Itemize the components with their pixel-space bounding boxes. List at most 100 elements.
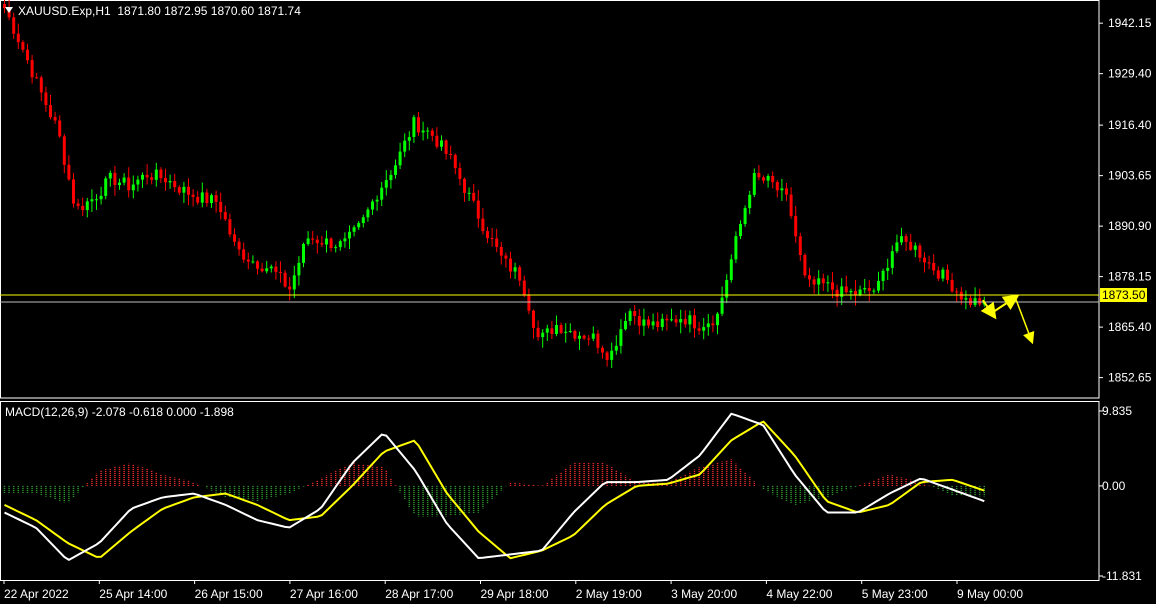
candle-body xyxy=(665,318,669,321)
candle-body xyxy=(191,194,195,197)
candle-body xyxy=(407,136,411,141)
candle-body xyxy=(76,203,80,206)
candle-body xyxy=(62,136,66,165)
candle-body xyxy=(228,219,232,235)
candle-body xyxy=(674,319,678,323)
projection-arrow-target xyxy=(1015,298,1035,345)
candle-body xyxy=(633,311,637,317)
candle-body xyxy=(145,174,149,178)
candle-body xyxy=(472,192,476,201)
candle-body xyxy=(752,173,756,195)
candle-body xyxy=(849,290,853,293)
candle-body xyxy=(182,186,186,193)
candle-body xyxy=(844,286,848,293)
ohlc-label: 1871.80 1872.95 1870.60 1871.74 xyxy=(117,4,301,18)
candle-body xyxy=(527,294,531,311)
candle-body xyxy=(352,227,356,232)
candle-body xyxy=(361,217,365,224)
candle-body xyxy=(835,289,839,297)
candle-body xyxy=(453,154,457,169)
candle-body xyxy=(941,269,945,279)
candle-body xyxy=(343,238,347,242)
candle-body xyxy=(826,282,830,284)
x-tick-label: 28 Apr 17:00 xyxy=(385,587,453,601)
candle-body xyxy=(702,327,706,331)
candle-body xyxy=(605,352,609,360)
macd-panel-border xyxy=(0,401,1100,581)
candle-body xyxy=(775,182,779,191)
candle-body xyxy=(932,262,936,271)
candle-body xyxy=(821,278,825,284)
candle-body xyxy=(12,17,16,34)
candle-body xyxy=(30,60,34,78)
candle-body xyxy=(900,236,903,243)
x-tick-label: 26 Apr 15:00 xyxy=(195,587,263,601)
candle-body xyxy=(959,291,963,300)
candle-body xyxy=(177,187,181,193)
candle-body xyxy=(771,175,775,183)
candle-body xyxy=(168,181,172,183)
candle-body xyxy=(927,262,931,264)
time-x-axis: 22 Apr 2022 25 Apr 14:00 26 Apr 15:00 27 Ap… xyxy=(3,580,1023,601)
candle-body xyxy=(200,192,204,203)
candle-body xyxy=(499,246,503,256)
candle-body xyxy=(794,216,798,237)
candle-body xyxy=(978,298,982,305)
candle-body xyxy=(233,234,236,242)
candlestick-series xyxy=(3,0,986,368)
candle-body xyxy=(292,275,296,290)
candle-body xyxy=(320,243,324,245)
candle-body xyxy=(619,329,623,346)
candle-body xyxy=(219,201,223,213)
price-header: XAUUSD.Exp,H1 1871.80 1872.95 1870.60 18… xyxy=(18,4,301,18)
candle-body xyxy=(601,347,604,353)
macd-histogram xyxy=(3,459,986,517)
price-level-lines xyxy=(0,294,1099,303)
candle-body xyxy=(679,319,683,323)
candle-body xyxy=(104,178,108,196)
candle-body xyxy=(918,245,922,258)
candle-body xyxy=(858,289,862,295)
candle-body xyxy=(53,117,57,121)
macd-y-tick-label: 9.835 xyxy=(1102,404,1132,418)
price-y-tick-label: 1865.40 xyxy=(1108,320,1152,334)
x-tick-label: 4 May 22:00 xyxy=(766,587,832,601)
candle-body xyxy=(279,271,282,273)
candle-body xyxy=(550,328,554,334)
candle-body xyxy=(136,179,140,185)
chart-canvas[interactable]: 1942.15 1929.40 1916.40 1903.65 1890.90 1878.… xyxy=(0,0,1156,604)
candle-body xyxy=(315,239,319,244)
candle-body xyxy=(513,267,517,272)
chart-menu-triangle-icon[interactable] xyxy=(5,7,13,13)
candle-body xyxy=(762,177,765,181)
candle-body xyxy=(394,165,397,175)
candle-body xyxy=(743,208,747,224)
candle-body xyxy=(467,192,471,194)
x-tick-label: 29 Apr 18:00 xyxy=(481,587,549,601)
candle-body xyxy=(449,153,453,155)
candle-body xyxy=(269,266,273,269)
candle-body xyxy=(384,180,388,188)
x-tick-label: 22 Apr 2022 xyxy=(4,587,69,601)
candle-body xyxy=(817,278,821,285)
candle-body xyxy=(789,194,793,217)
price-y-axis: 1942.15 1929.40 1916.40 1903.65 1890.90 1878.… xyxy=(1099,16,1152,385)
candle-body xyxy=(867,288,871,291)
candle-body xyxy=(624,321,627,330)
candle-body xyxy=(798,236,802,255)
candle-body xyxy=(329,238,333,248)
candle-body xyxy=(159,169,163,179)
candle-body xyxy=(936,270,940,279)
candle-body xyxy=(325,238,328,245)
candle-body xyxy=(656,321,660,327)
candle-body xyxy=(44,92,48,106)
candle-body xyxy=(693,315,696,329)
candle-body xyxy=(509,258,512,272)
candle-body xyxy=(670,319,673,321)
candle-body xyxy=(154,169,158,180)
symbol-label: XAUUSD.Exp,H1 xyxy=(18,4,111,18)
candle-body xyxy=(440,140,443,147)
candle-body xyxy=(334,247,338,249)
candle-body xyxy=(95,199,98,201)
candle-body xyxy=(706,323,710,328)
